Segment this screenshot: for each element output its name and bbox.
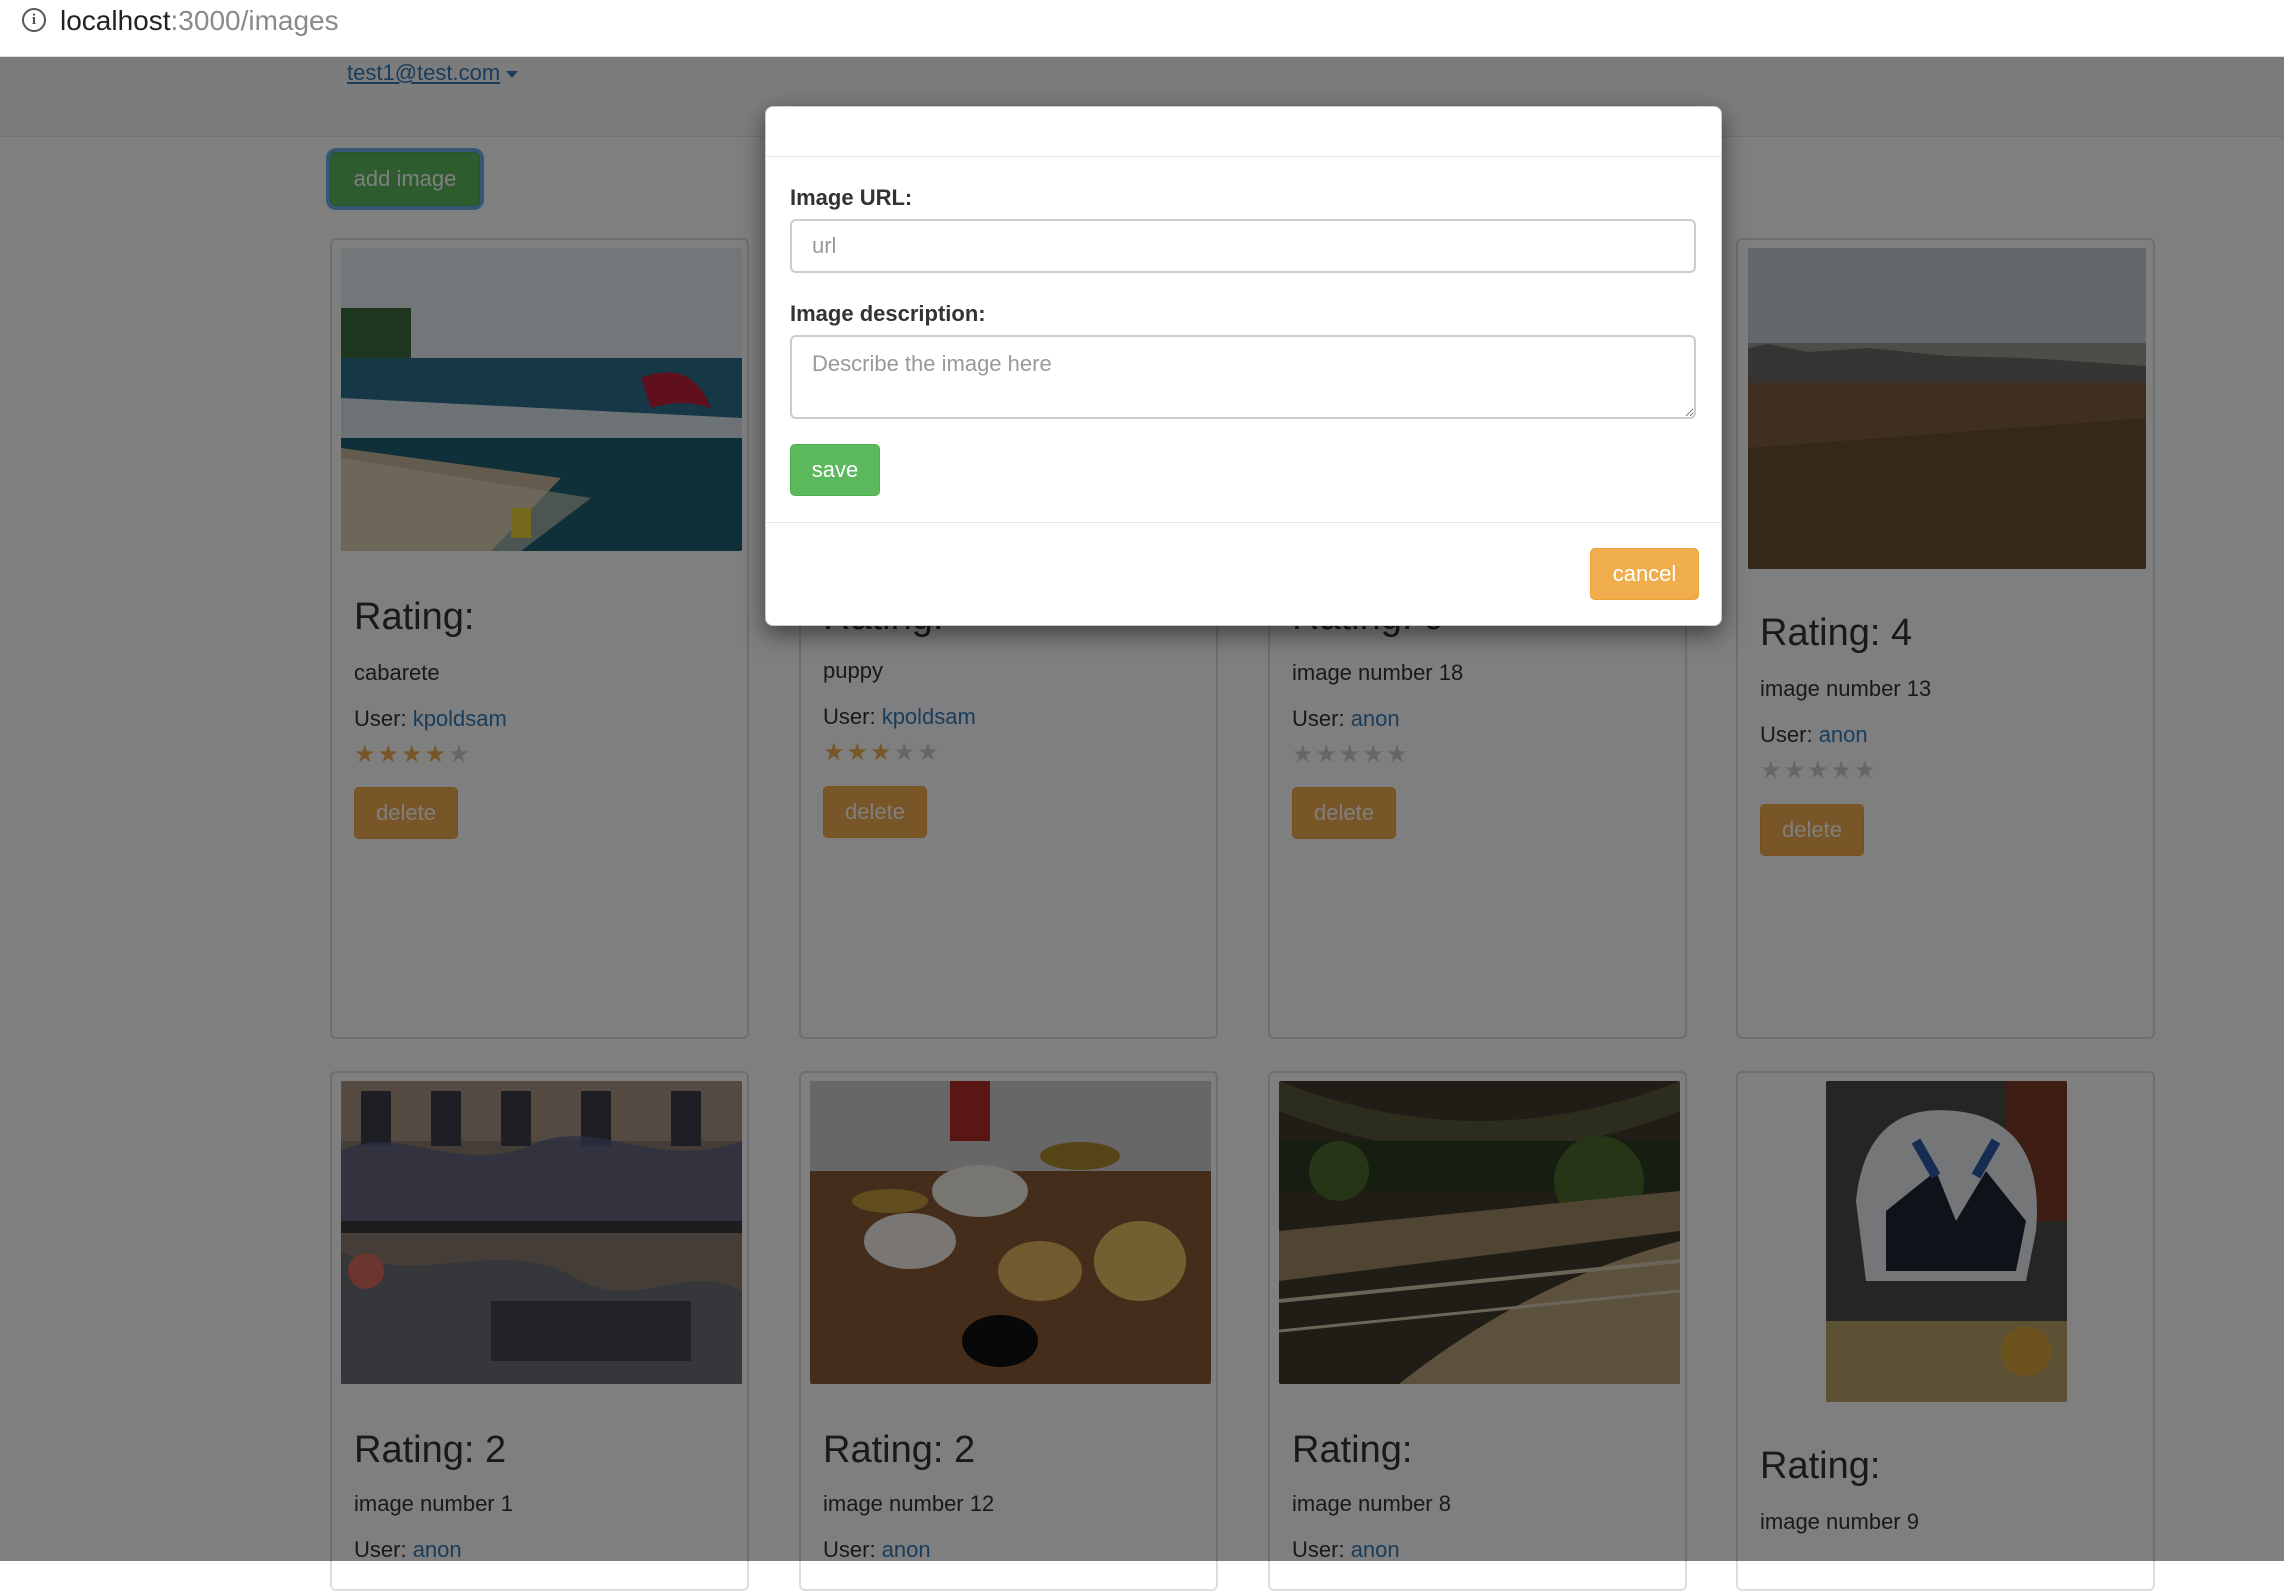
address-bar[interactable]: i localhost:3000/images [0, 0, 2284, 57]
modal-header [766, 107, 1721, 157]
image-url-input[interactable] [790, 219, 1696, 273]
image-description-input[interactable] [790, 335, 1696, 419]
image-description-label: Image description: [790, 301, 986, 326]
cancel-button[interactable]: cancel [1590, 548, 1699, 600]
info-icon[interactable]: i [22, 8, 46, 32]
url-path: :3000/images [170, 5, 339, 36]
url-text[interactable]: localhost:3000/images [60, 4, 339, 38]
add-image-modal: Image URL: Image description: save cance… [765, 106, 1722, 626]
image-url-label: Image URL: [790, 185, 913, 210]
url-host: localhost [60, 5, 171, 36]
save-button[interactable]: save [790, 444, 880, 496]
modal-footer-divider [766, 522, 1721, 523]
